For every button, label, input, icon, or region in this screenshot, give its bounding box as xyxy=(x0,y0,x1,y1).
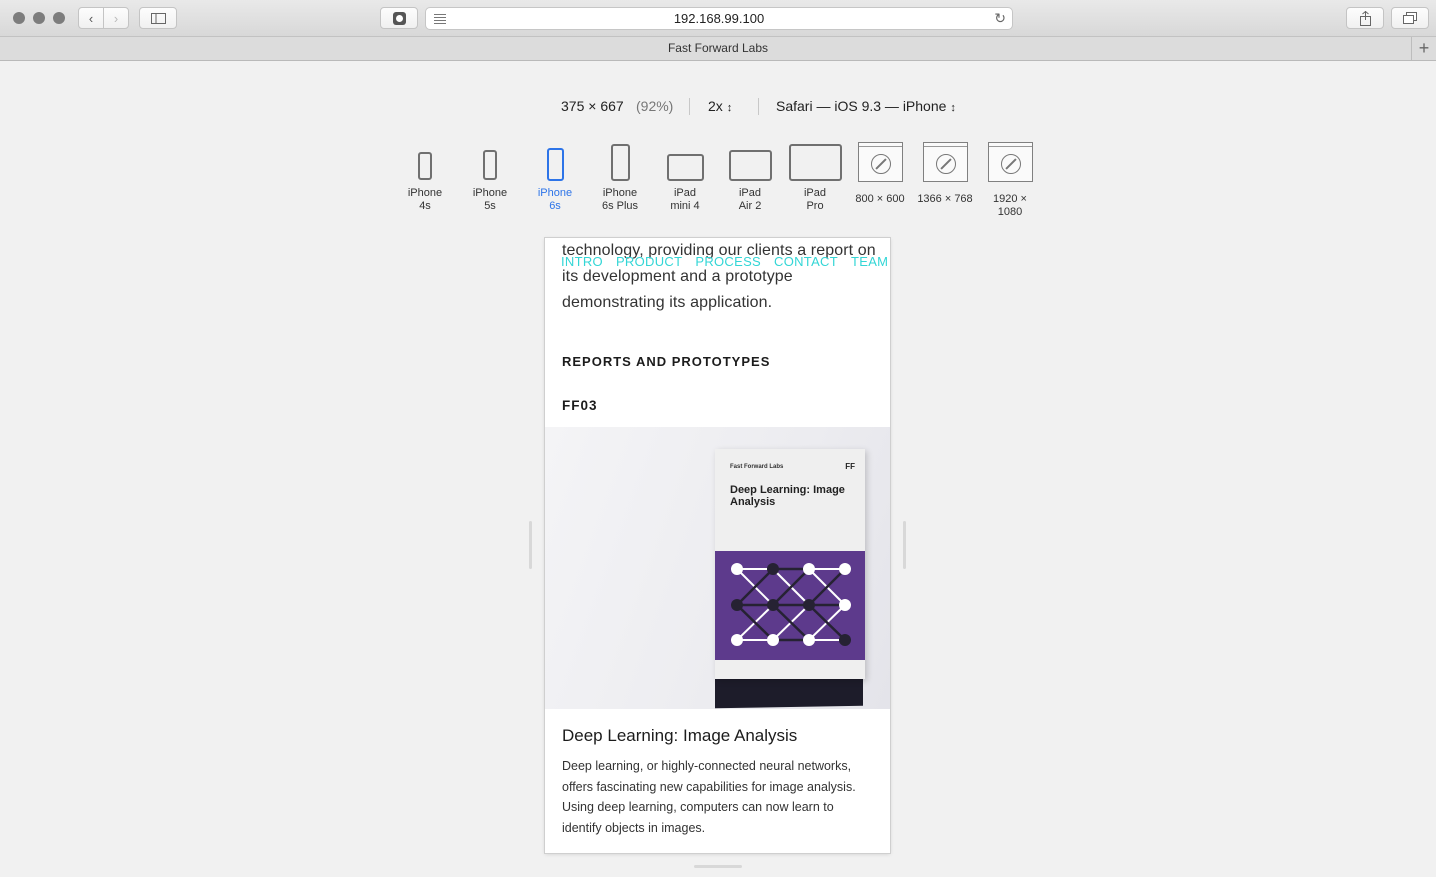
sidebar-button[interactable] xyxy=(139,7,177,29)
pixel-ratio-value: 2x xyxy=(708,98,723,114)
browser-window-icon xyxy=(858,142,903,182)
report-description: Deep learning, or highly-connected neura… xyxy=(562,759,856,835)
device-iphone-5s[interactable]: iPhone 5s xyxy=(460,140,520,215)
device-label: iPhone xyxy=(472,187,508,199)
address-bar[interactable]: 192.168.99.100 ↻ xyxy=(425,7,1013,30)
camera-icon xyxy=(392,11,406,25)
report-title[interactable]: Deep Learning: Image Analysis xyxy=(562,726,797,746)
resize-handle-bottom[interactable] xyxy=(694,865,742,868)
device-label: 1920 × 1080 xyxy=(993,193,1027,218)
device-label: iPhone xyxy=(407,187,443,199)
close-window-button[interactable] xyxy=(13,12,25,24)
device-sublabel: mini 4 xyxy=(670,200,700,212)
browser-window-icon xyxy=(923,142,968,182)
user-agent-select[interactable]: Safari — iOS 9.3 — iPhone ↕ xyxy=(776,98,956,114)
chevron-right-icon: › xyxy=(113,10,119,26)
neural-network-graphic xyxy=(715,551,865,660)
chevron-left-icon: ‹ xyxy=(88,10,94,26)
nav-product[interactable]: PRODUCT xyxy=(616,254,682,269)
device-sublabel: 5s xyxy=(484,200,496,212)
ipad-icon xyxy=(667,154,704,181)
device-iphone-6s-plus[interactable]: iPhone 6s Plus xyxy=(590,140,650,215)
compass-icon xyxy=(935,154,956,174)
report-book: Fast Forward Labs FF Deep Learning: Imag… xyxy=(715,449,865,679)
browser-toolbar: ‹ › 192.168.99.100 ↻ xyxy=(0,0,1436,37)
device-viewport: technology, providing our clients a repo… xyxy=(545,238,890,853)
iphone-icon xyxy=(611,144,630,181)
tabs-icon xyxy=(1403,12,1417,24)
iphone-icon xyxy=(418,152,432,180)
device-1366x768[interactable]: 1366 × 768 xyxy=(915,140,975,215)
iphone-icon xyxy=(483,150,497,180)
book-publisher: Fast Forward Labs xyxy=(730,464,784,470)
device-sublabel: 6s Plus xyxy=(601,200,639,212)
new-tab-button[interactable]: + xyxy=(1411,37,1436,60)
ff-logo: FF xyxy=(845,462,855,471)
ipad-icon xyxy=(729,150,772,181)
tab-title[interactable]: Fast Forward Labs xyxy=(0,37,1436,60)
sidebar-icon xyxy=(150,12,166,24)
device-800x600[interactable]: 800 × 600 xyxy=(850,140,910,215)
forward-button[interactable]: › xyxy=(103,7,129,29)
separator xyxy=(758,98,759,115)
browser-window-icon xyxy=(988,142,1033,182)
intro-paragraph: technology, providing our clients a repo… xyxy=(562,242,876,311)
device-ipad-pro[interactable]: iPad Pro xyxy=(785,140,845,215)
nav-process[interactable]: PROCESS xyxy=(695,254,761,269)
section-heading: REPORTS AND PROTOTYPES xyxy=(562,354,771,369)
viewport-dimensions[interactable]: 375 × 667 xyxy=(561,98,624,114)
device-label: iPhone xyxy=(537,187,573,199)
rdm-controls: 375 × 667 (92%) 2x ↕ Safari — iOS 9.3 — … xyxy=(0,98,1436,118)
device-label: iPad xyxy=(803,187,827,199)
device-ipad-mini-4[interactable]: iPad mini 4 xyxy=(655,140,715,215)
tabs-overview-button[interactable] xyxy=(1391,7,1429,29)
device-iphone-6s[interactable]: iPhone 6s xyxy=(525,140,585,215)
device-sublabel: Air 2 xyxy=(738,200,762,212)
device-sublabel: 6s xyxy=(549,200,561,212)
device-label: iPhone xyxy=(602,187,638,199)
pixel-ratio-select[interactable]: 2x ↕ xyxy=(708,98,732,114)
zoom-window-button[interactable] xyxy=(53,12,65,24)
url-text: 192.168.99.100 xyxy=(673,11,765,26)
minimize-window-button[interactable] xyxy=(33,12,45,24)
report-code: FF03 xyxy=(562,398,598,413)
device-1920x1080[interactable]: 1920 × 1080 xyxy=(980,140,1040,218)
device-sublabel: 4s xyxy=(419,200,431,212)
share-icon xyxy=(1359,10,1371,26)
report-cover-image[interactable]: Fast Forward Labs FF Deep Learning: Imag… xyxy=(545,427,890,709)
iphone-icon xyxy=(547,148,564,181)
book-title: Deep Learning: Image Analysis xyxy=(730,484,845,508)
resize-handle-right[interactable] xyxy=(903,521,906,569)
compass-icon xyxy=(870,154,891,174)
compass-icon xyxy=(1000,154,1021,174)
device-sublabel: Pro xyxy=(806,200,824,212)
updown-icon: ↕ xyxy=(950,102,956,114)
resize-handle-left[interactable] xyxy=(529,521,532,569)
user-agent-value: Safari — iOS 9.3 — iPhone xyxy=(776,98,947,114)
viewport-zoom: (92%) xyxy=(636,98,674,114)
responsive-mode-button[interactable] xyxy=(380,7,418,29)
tab-bar: Fast Forward Labs + xyxy=(0,37,1436,61)
reload-icon[interactable]: ↻ xyxy=(994,10,1006,27)
site-nav: INTRO PRODUCT PROCESS CONTACT TEAM xyxy=(561,254,890,269)
updown-icon: ↕ xyxy=(726,102,733,114)
nav-contact[interactable]: CONTACT xyxy=(774,254,838,269)
device-label: iPad xyxy=(673,187,697,199)
device-label: iPad xyxy=(738,187,762,199)
network-diagram-icon xyxy=(731,563,851,646)
ipad-icon xyxy=(789,144,842,181)
share-button[interactable] xyxy=(1346,7,1384,29)
device-ipad-air-2[interactable]: iPad Air 2 xyxy=(720,140,780,215)
device-label: 800 × 600 xyxy=(855,193,905,205)
device-label: 1366 × 768 xyxy=(917,193,973,205)
nav-team[interactable]: TEAM xyxy=(851,254,888,269)
device-iphone-4s[interactable]: iPhone 4s xyxy=(395,140,455,215)
plus-icon: + xyxy=(1418,38,1430,58)
back-button[interactable]: ‹ xyxy=(78,7,104,29)
separator xyxy=(689,98,690,115)
nav-intro[interactable]: INTRO xyxy=(561,254,603,269)
